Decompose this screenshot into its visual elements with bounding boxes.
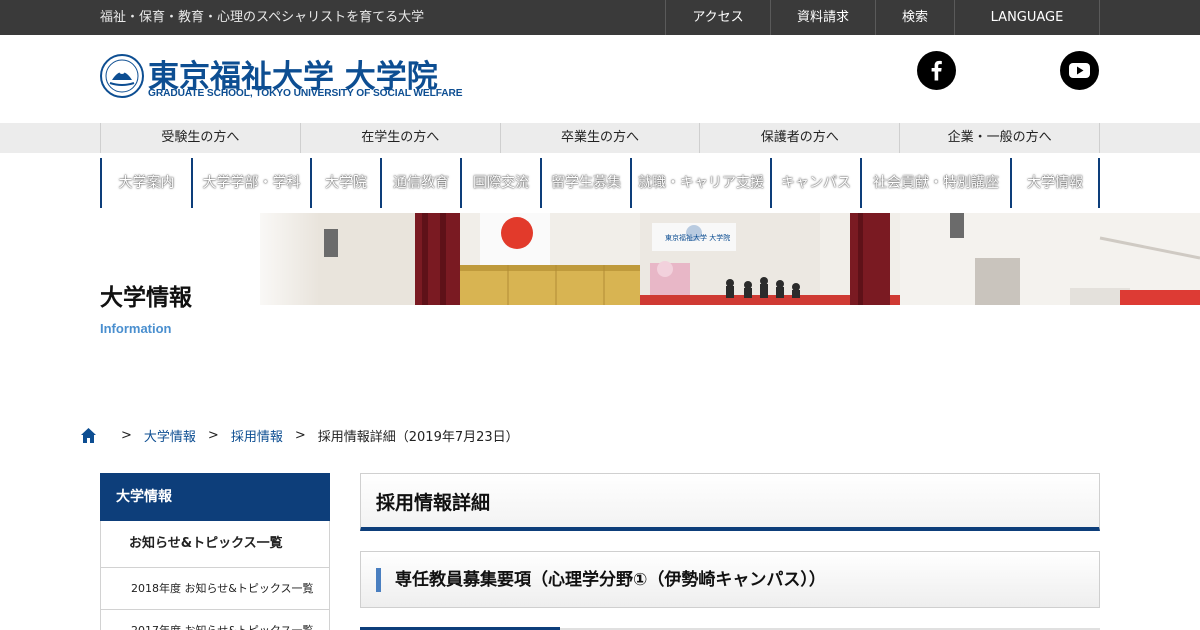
language-link[interactable]: LANGUAGE (955, 0, 1100, 35)
sidebar-subitem-2017[interactable]: 2017年度 お知らせ&トピックス一覧 (100, 610, 330, 630)
utility-links: アクセス 資料請求 検索 LANGUAGE (665, 0, 1100, 35)
request-materials-link[interactable]: 資料請求 (771, 0, 876, 35)
facebook-icon (931, 60, 942, 81)
section-title-box: 専任教員募集要項（心理学分野①（伊勢崎キャンパス）） (360, 551, 1100, 608)
breadcrumb-university-info[interactable]: 大学情報 (144, 426, 196, 445)
breadcrumb: > 大学情報 > 採用情報 > 採用情報詳細（2019年7月23日） (80, 425, 519, 445)
main-nav-career[interactable]: 就職・キャリア支援 (630, 158, 770, 208)
nav-alumni[interactable]: 卒業生の方へ (501, 123, 701, 153)
main-nav-university-info[interactable]: 大学情報 (1010, 158, 1100, 208)
breadcrumb-separator: > (121, 427, 132, 443)
hero-fade (240, 213, 320, 305)
main-nav-campus[interactable]: キャンパス (770, 158, 860, 208)
facebook-button[interactable] (917, 51, 956, 90)
youtube-icon (1069, 63, 1090, 78)
main-nav: 大学案内 大学学部・学科 大学院 通信教育 国際交流 留学生募集 就職・キャリア… (100, 158, 1100, 208)
nav-current-students[interactable]: 在学生の方へ (301, 123, 501, 153)
main-nav-intl-students[interactable]: 留学生募集 (540, 158, 630, 208)
sidebar: 大学情報 お知らせ&トピックス一覧 2018年度 お知らせ&トピックス一覧 20… (100, 473, 330, 630)
nav-parents[interactable]: 保護者の方へ (700, 123, 901, 153)
sidebar-item-news-topics[interactable]: お知らせ&トピックス一覧 (100, 521, 330, 568)
site-tagline: 福祉・保育・教育・心理のスペシャリストを育てる大学 (100, 10, 425, 25)
page-title: 大学情報 (100, 285, 192, 311)
main-nav-graduate-school[interactable]: 大学院 (310, 158, 380, 208)
main-nav-faculties[interactable]: 大学学部・学科 (191, 158, 310, 208)
logo-english-name: GRADUATE SCHOOL, TOKYO UNIVERSITY OF SOC… (148, 88, 463, 99)
section-title: 専任教員募集要項（心理学分野①（伊勢崎キャンパス）） (395, 570, 826, 590)
access-link[interactable]: アクセス (666, 0, 771, 35)
main-nav-community[interactable]: 社会貢献・特別講座 (860, 158, 1010, 208)
site-header: 東京福祉大学 大学院 GRADUATE SCHOOL, TOKYO UNIVER… (0, 35, 1200, 123)
breadcrumb-recruitment[interactable]: 採用情報 (231, 426, 283, 445)
search-link[interactable]: 検索 (876, 0, 955, 35)
home-icon[interactable] (80, 427, 97, 444)
main-nav-distance-learning[interactable]: 通信教育 (380, 158, 460, 208)
content-title-box: 採用情報詳細 (360, 473, 1100, 531)
sidebar-heading[interactable]: 大学情報 (100, 473, 330, 521)
nav-companies-public[interactable]: 企業・一般の方へ (900, 123, 1100, 153)
page-subtitle: Information (100, 321, 172, 336)
university-seal-icon (100, 54, 144, 98)
audience-nav: 受験生の方へ 在学生の方へ 卒業生の方へ 保護者の方へ 企業・一般の方へ (0, 123, 1200, 153)
top-bar: 福祉・保育・教育・心理のスペシャリストを育てる大学 アクセス 資料請求 検索 L… (0, 0, 1200, 35)
section-title-accent (376, 568, 381, 592)
ceremony-photo: 東京福祉大学 大学院 (260, 213, 1200, 305)
nav-prospective-students[interactable]: 受験生の方へ (101, 123, 301, 153)
main-nav-about[interactable]: 大学案内 (100, 158, 191, 208)
youtube-button[interactable] (1060, 51, 1099, 90)
content-title: 採用情報詳細 (376, 492, 491, 514)
breadcrumb-separator: > (294, 427, 306, 443)
sidebar-subitem-2018[interactable]: 2018年度 お知らせ&トピックス一覧 (100, 568, 330, 610)
stage-banner-text: 東京福祉大学 大学院 (665, 233, 730, 242)
main-nav-international[interactable]: 国際交流 (460, 158, 540, 208)
university-logo[interactable]: 東京福祉大学 大学院 GRADUATE SCHOOL, TOKYO UNIVER… (100, 54, 463, 102)
breadcrumb-current: 採用情報詳細（2019年7月23日） (317, 429, 519, 445)
breadcrumb-separator: > (207, 427, 219, 443)
